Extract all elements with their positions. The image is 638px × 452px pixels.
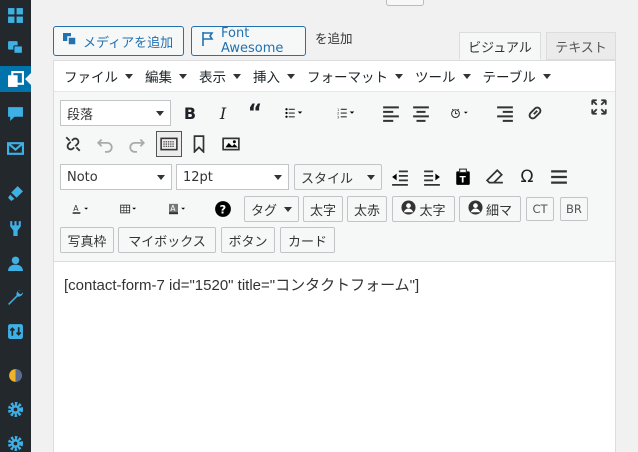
eraser-icon[interactable] xyxy=(484,166,506,188)
admin-sidebar xyxy=(0,0,31,452)
add-media-button[interactable]: メディアを追加 xyxy=(53,26,184,56)
editor-menubar: ファイル 編集 表示 挿入 フォーマット ツール テーブル xyxy=(54,61,615,92)
content-paragraph[interactable]: [contact-form-7 id="1520" title="コンタクトフォ… xyxy=(64,274,605,295)
plugins-icon[interactable] xyxy=(0,215,31,241)
card-button[interactable]: カード xyxy=(280,227,335,253)
plugin-logo-icon[interactable] xyxy=(0,362,31,388)
svg-text:A: A xyxy=(73,204,79,213)
font-family-select[interactable]: Noto xyxy=(60,164,172,190)
style-select[interactable]: スタイル xyxy=(294,164,382,190)
menu-format[interactable]: フォーマット xyxy=(301,66,409,86)
numbered-list-icon[interactable]: 123 xyxy=(329,102,363,124)
horizontal-rule-icon[interactable] xyxy=(548,166,570,188)
settings-icon[interactable] xyxy=(0,430,31,452)
font-awesome-label: Font Awesome xyxy=(221,26,284,56)
comments-icon[interactable] xyxy=(0,100,31,126)
br-button[interactable]: BR xyxy=(560,197,588,221)
menu-tools[interactable]: ツール xyxy=(409,66,477,86)
blockquote-icon[interactable]: “ xyxy=(244,101,266,126)
appearance-icon[interactable] xyxy=(0,180,31,206)
font-awesome-button[interactable]: Font Awesome xyxy=(191,26,306,56)
omega-icon[interactable]: Ω xyxy=(516,166,538,188)
settings-icon[interactable] xyxy=(0,396,31,422)
mail-icon[interactable] xyxy=(0,135,31,161)
user-circle-icon xyxy=(401,199,417,219)
pages-icon[interactable] xyxy=(0,66,31,92)
format-select[interactable]: 段落 xyxy=(60,100,171,126)
fullscreen-icon[interactable] xyxy=(588,96,610,118)
align-center-icon[interactable] xyxy=(410,102,432,124)
svg-text:3: 3 xyxy=(337,115,340,119)
paste-text-icon[interactable]: T xyxy=(452,166,474,188)
add-media-label: メディアを追加 xyxy=(83,35,174,51)
menu-view[interactable]: 表示 xyxy=(193,66,247,86)
editor-toolbar: 段落 B I “ 123 Noto 12pt スタイル T Ω A A ? タグ… xyxy=(54,92,615,262)
bullet-list-icon[interactable] xyxy=(277,102,311,124)
dashboard-icon[interactable] xyxy=(0,2,31,28)
italic-icon[interactable]: I xyxy=(212,102,234,124)
media-add-icon xyxy=(62,31,78,51)
toolbar-toggle-icon[interactable] xyxy=(156,131,182,157)
redo-icon[interactable] xyxy=(126,133,148,155)
bold-icon[interactable]: B xyxy=(179,102,201,124)
button-button[interactable]: ボタン xyxy=(221,227,275,253)
svg-text:?: ? xyxy=(220,204,227,217)
align-right-icon[interactable] xyxy=(494,102,516,124)
ct-button[interactable]: CT xyxy=(526,197,554,221)
link-icon[interactable] xyxy=(524,102,546,124)
font-size-select[interactable]: 12pt xyxy=(176,164,289,190)
red-bold-button[interactable]: 太赤 xyxy=(347,196,387,222)
users-icon[interactable] xyxy=(0,250,31,276)
flag-icon xyxy=(200,31,216,51)
bold-text-button[interactable]: 太字 xyxy=(303,196,343,222)
tab-text[interactable]: テキスト xyxy=(546,32,616,60)
photo-frame-button[interactable]: 写真枠 xyxy=(60,227,114,253)
timer-icon[interactable] xyxy=(440,102,480,124)
menu-edit[interactable]: 編集 xyxy=(139,66,193,86)
help-icon[interactable]: ? xyxy=(212,198,234,220)
tag-select[interactable]: タグ xyxy=(244,196,299,222)
image-icon[interactable] xyxy=(220,133,242,155)
add-suffix-text: を追加 xyxy=(315,31,353,46)
menu-table[interactable]: テーブル xyxy=(477,66,557,86)
user-fine-button[interactable]: 細マ xyxy=(459,196,521,222)
top-stub-box xyxy=(386,0,424,6)
tools-icon[interactable] xyxy=(0,284,31,310)
user-bold-button[interactable]: 太字 xyxy=(392,196,455,222)
user-circle-icon xyxy=(468,199,483,219)
media-icon[interactable] xyxy=(0,34,31,60)
undo-icon[interactable] xyxy=(94,133,116,155)
background-color-icon[interactable]: A xyxy=(158,198,198,220)
svg-text:T: T xyxy=(460,176,467,186)
my-box-button[interactable]: マイボックス xyxy=(118,227,216,253)
menu-insert[interactable]: 挿入 xyxy=(247,66,301,86)
svg-text:A: A xyxy=(170,204,176,213)
bookmark-icon[interactable] xyxy=(188,133,210,155)
import-icon[interactable] xyxy=(0,318,31,344)
editor: ファイル 編集 表示 挿入 フォーマット ツール テーブル 段落 B I “ 1… xyxy=(53,60,616,452)
table-icon[interactable] xyxy=(110,198,148,220)
align-left-icon[interactable] xyxy=(380,102,402,124)
indent-icon[interactable] xyxy=(421,166,443,188)
outdent-icon[interactable] xyxy=(389,166,411,188)
menu-file[interactable]: ファイル xyxy=(58,66,139,86)
text-color-icon[interactable]: A xyxy=(62,198,100,220)
editor-content[interactable]: [contact-form-7 id="1520" title="コンタクトフォ… xyxy=(54,262,615,452)
unlink-icon[interactable] xyxy=(62,133,84,155)
tab-visual[interactable]: ビジュアル xyxy=(459,32,541,60)
